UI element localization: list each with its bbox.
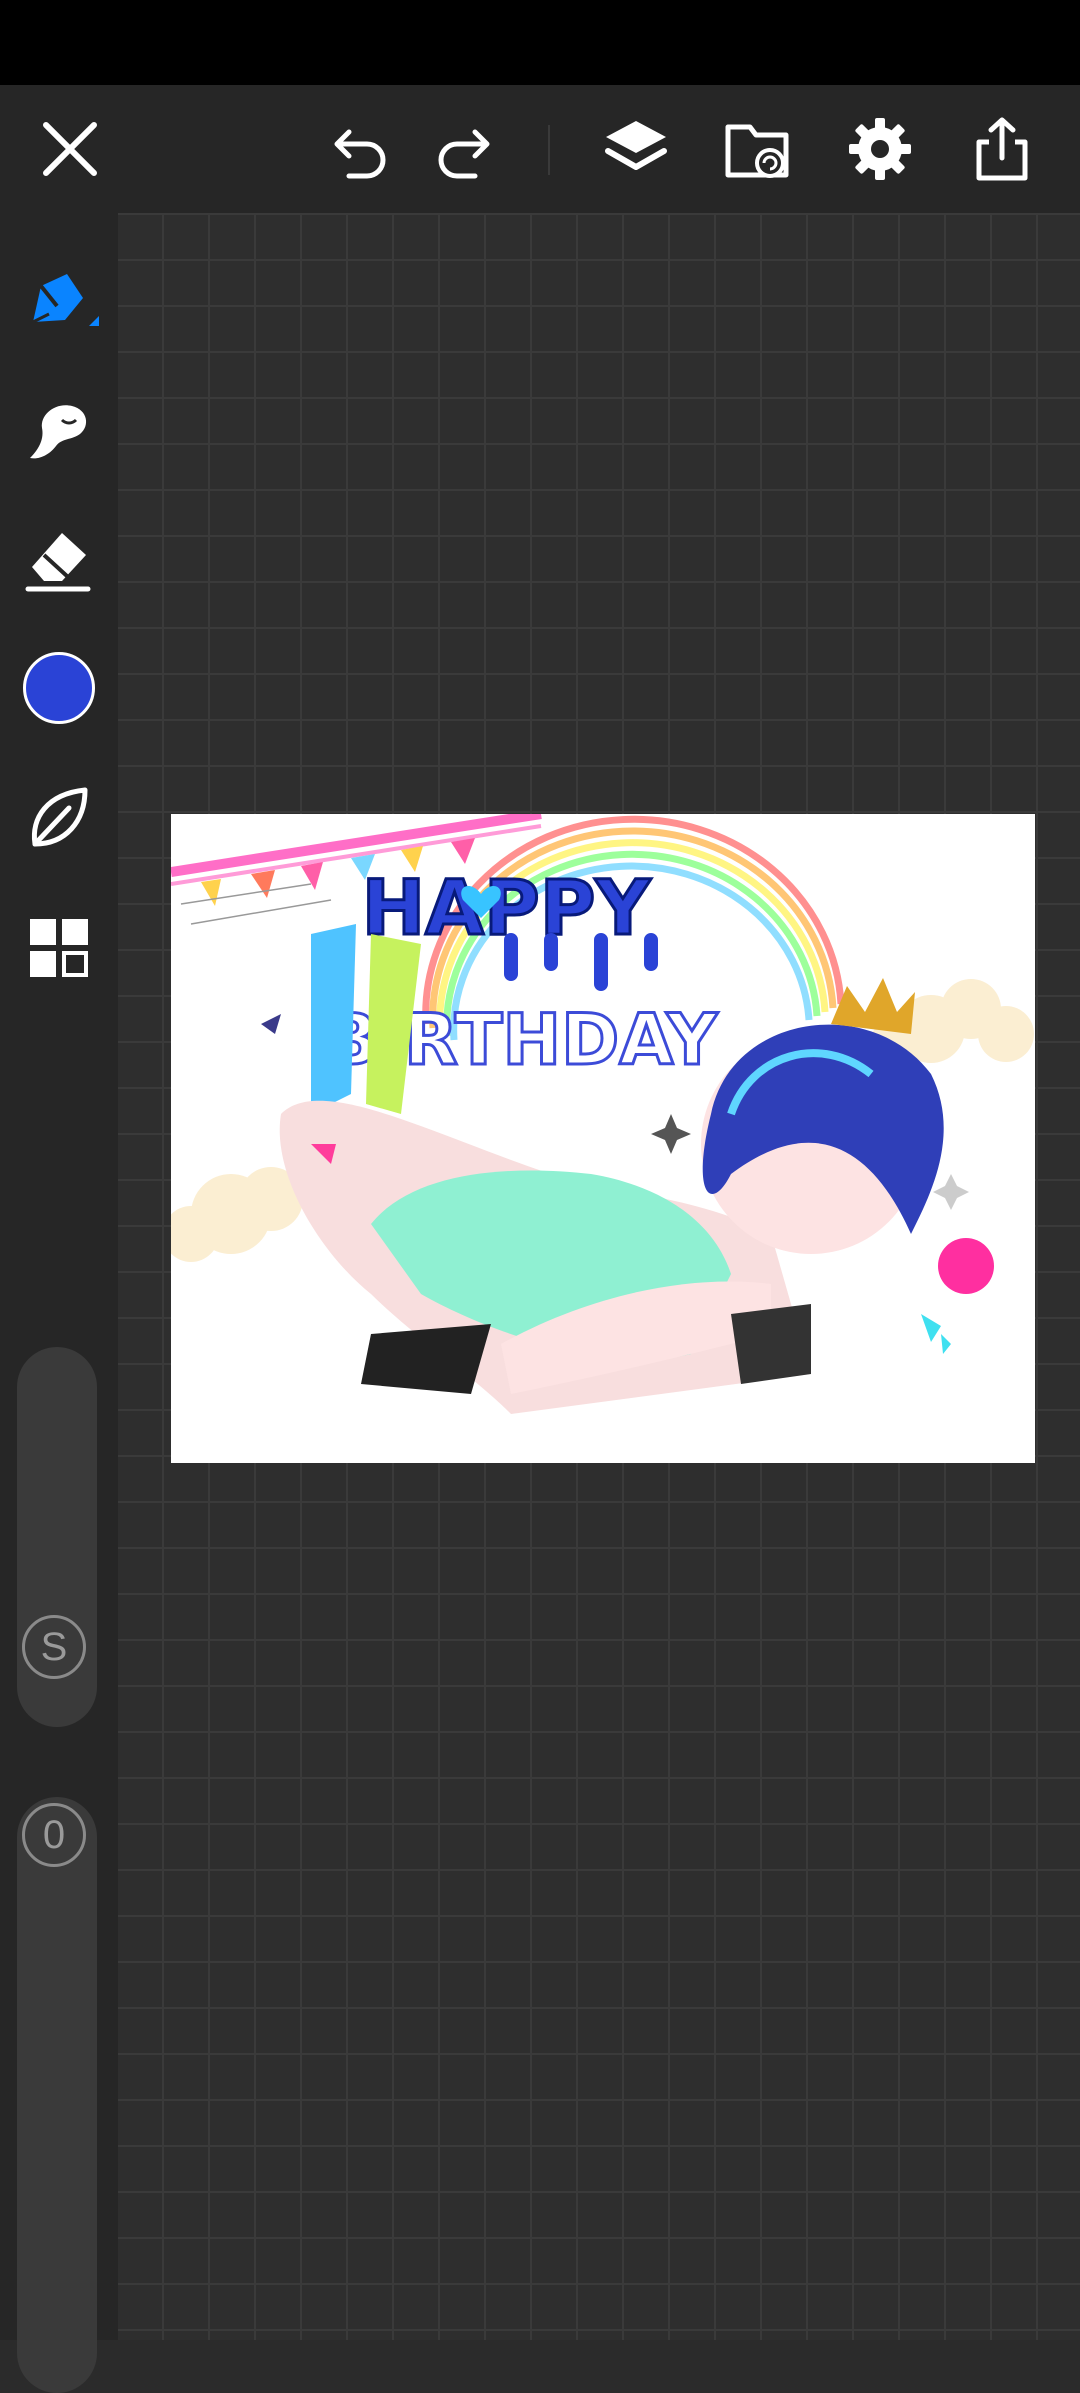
opacity-knob[interactable]: 0 [22, 1803, 86, 1867]
color-picker-button[interactable] [14, 643, 104, 733]
redo-icon [438, 129, 490, 179]
close-icon [43, 122, 97, 176]
undo-icon [334, 129, 386, 179]
artwork-canvas[interactable]: HAPPY BIRTHDAY [171, 814, 1035, 1463]
more-tools-button[interactable] [14, 903, 104, 993]
tool-sidebar: S 0 [0, 213, 118, 2393]
brush-size-label: S [40, 1624, 68, 1669]
toolbar-divider [548, 125, 550, 175]
pen-tool-icon [32, 274, 99, 326]
opacity-slider[interactable] [17, 1797, 97, 2393]
brush-library-button[interactable] [14, 773, 104, 863]
smudge-tool-icon [30, 405, 87, 459]
layers-icon [605, 121, 667, 170]
eraser-tool-icon [25, 533, 91, 592]
settings-icon [849, 118, 911, 180]
brush-size-knob[interactable]: S [22, 1615, 86, 1679]
redo-button[interactable] [426, 109, 506, 189]
gallery-button[interactable] [718, 109, 798, 189]
share-icon [976, 117, 1028, 181]
layers-button[interactable] [596, 109, 676, 189]
pen-tool-button[interactable] [14, 257, 104, 347]
eraser-tool-button[interactable] [14, 513, 104, 603]
undo-button[interactable] [318, 109, 398, 189]
brush-library-icon [31, 787, 88, 847]
smudge-tool-button[interactable] [14, 386, 104, 476]
gallery-icon [725, 124, 789, 178]
birthday-illustration: HAPPY BIRTHDAY [171, 814, 1034, 1414]
status-bar [0, 0, 1080, 85]
top-toolbar [0, 85, 1080, 213]
close-button[interactable] [30, 109, 110, 189]
opacity-label: 0 [42, 1812, 66, 1857]
settings-button[interactable] [840, 109, 920, 189]
current-color-swatch [23, 652, 95, 724]
share-button[interactable] [962, 109, 1042, 189]
more-tools-icon [30, 919, 88, 977]
